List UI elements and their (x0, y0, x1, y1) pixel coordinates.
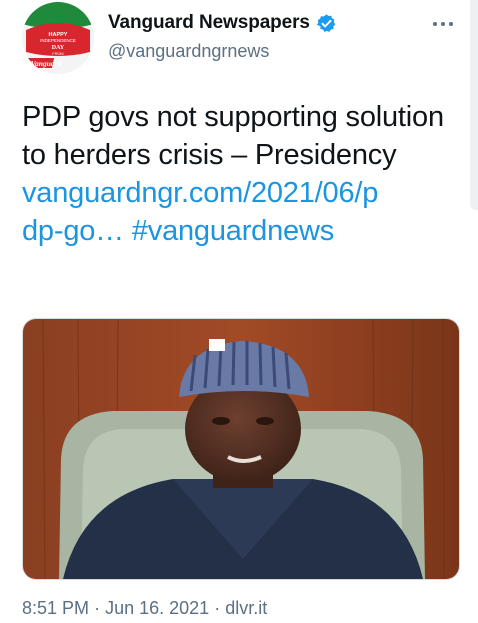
meta-separator: · (94, 598, 101, 618)
tweet-link-part1[interactable]: vanguardngr.com/2021/06/p (22, 177, 378, 209)
avatar-logo-image: HAPPY INDEPENDENCE DAY FROM Vanguard (22, 2, 94, 74)
svg-text:INDEPENDENCE: INDEPENDENCE (40, 38, 76, 43)
more-options-icon[interactable] (428, 12, 458, 36)
news-photo-image (23, 319, 459, 579)
tweet-source[interactable]: dlvr.it (225, 598, 267, 618)
avatar[interactable]: HAPPY INDEPENDENCE DAY FROM Vanguard (22, 2, 94, 74)
svg-text:FROM: FROM (52, 52, 63, 56)
meta-separator: · (214, 598, 221, 618)
tweet-media[interactable] (22, 318, 460, 580)
tweet-text: PDP govs not supporting solution to herd… (22, 98, 462, 250)
tweet-link-part2[interactable]: dp-go… (22, 215, 124, 247)
tweet-card[interactable]: HAPPY INDEPENDENCE DAY FROM Vanguard Van… (0, 0, 478, 623)
user-handle[interactable]: @vanguardngrnews (108, 41, 269, 62)
svg-text:DAY: DAY (52, 45, 65, 51)
tweet-time[interactable]: 8:51 PM (22, 598, 89, 618)
svg-text:Vanguard: Vanguard (31, 59, 62, 68)
tweet-meta: 8:51 PM · Jun 16. 2021 · dlvr.it (22, 598, 267, 619)
display-name[interactable]: Vanguard Newspapers (108, 12, 310, 34)
hashtag-link[interactable]: #vanguardnews (132, 215, 334, 247)
name-row: Vanguard Newspapers (108, 12, 337, 34)
tweet-body-text: PDP govs not supporting solution to herd… (22, 101, 444, 171)
edge-panel (470, 0, 478, 210)
tweet-date[interactable]: Jun 16. 2021 (105, 598, 209, 618)
verified-badge-icon (316, 13, 337, 34)
